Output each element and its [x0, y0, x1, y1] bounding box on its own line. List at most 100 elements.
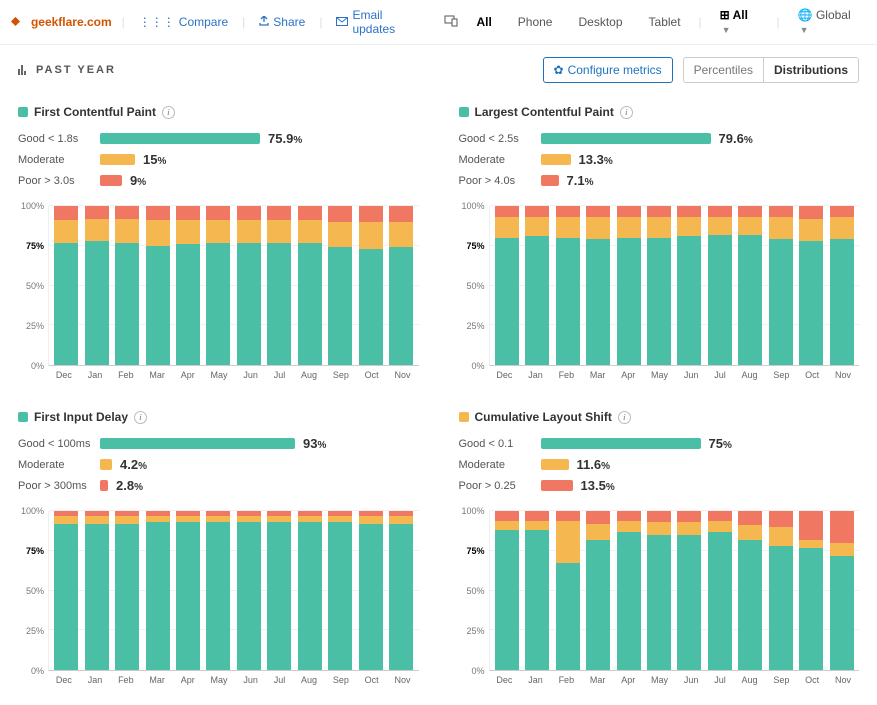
bar[interactable]	[556, 511, 580, 670]
bar[interactable]	[708, 206, 732, 365]
bar[interactable]	[525, 511, 549, 670]
bar[interactable]	[176, 206, 200, 365]
bar[interactable]	[146, 206, 170, 365]
bar[interactable]	[799, 206, 823, 365]
bar[interactable]	[298, 206, 322, 365]
bar[interactable]	[237, 206, 261, 365]
bar-segment-poor	[54, 206, 78, 220]
x-tick: Apr	[181, 370, 195, 380]
bar[interactable]	[298, 511, 322, 670]
email-link[interactable]: Email updates	[332, 6, 424, 38]
metrics-grid: First Contentful PaintiGood < 1.8s75.9%M…	[0, 95, 877, 705]
summary-row: Moderate15%	[18, 152, 419, 167]
bar[interactable]	[237, 511, 261, 670]
bar-segment-poor	[830, 206, 854, 217]
bar[interactable]	[495, 206, 519, 365]
device-phone[interactable]: Phone	[510, 11, 561, 33]
device-all[interactable]: All	[468, 11, 499, 33]
bar-segment-poor	[556, 206, 580, 217]
summary-bar	[100, 154, 135, 165]
percentiles-tab[interactable]: Percentiles	[684, 58, 764, 82]
bar-segment-good	[617, 238, 641, 365]
bar[interactable]	[738, 206, 762, 365]
bar[interactable]	[389, 206, 413, 365]
bar[interactable]	[328, 511, 352, 670]
x-tick: Apr	[621, 675, 635, 685]
bar[interactable]	[525, 206, 549, 365]
x-tick: Nov	[395, 675, 411, 685]
bar[interactable]	[586, 206, 610, 365]
bar[interactable]	[586, 511, 610, 670]
distributions-tab[interactable]: Distributions	[764, 58, 858, 82]
y-tick: 100%	[21, 506, 44, 516]
bar[interactable]	[677, 511, 701, 670]
bar[interactable]	[54, 206, 78, 365]
bar[interactable]	[85, 206, 109, 365]
bar[interactable]	[830, 511, 854, 670]
bar[interactable]	[495, 511, 519, 670]
bar-segment-moderate	[738, 217, 762, 234]
bar[interactable]	[85, 511, 109, 670]
x-tick: Oct	[365, 675, 379, 685]
bar[interactable]	[708, 511, 732, 670]
device-tablet[interactable]: Tablet	[641, 11, 689, 33]
summary-value: 93%	[303, 436, 326, 451]
info-icon[interactable]: i	[618, 411, 631, 424]
bar-segment-poor	[389, 206, 413, 222]
y-tick: 100%	[461, 201, 484, 211]
globe-icon: 🌐	[798, 8, 813, 22]
scope-icon: ⊞	[720, 8, 730, 22]
bar[interactable]	[146, 511, 170, 670]
scope-dropdown[interactable]: ⊞ All ▼	[712, 4, 767, 40]
y-tick: 0%	[471, 361, 484, 371]
bar[interactable]	[647, 206, 671, 365]
summary-bar	[541, 480, 573, 491]
x-tick: Nov	[835, 675, 851, 685]
bar-segment-good	[206, 522, 230, 670]
compare-link[interactable]: ⋮⋮⋮ Compare	[135, 13, 232, 31]
bar[interactable]	[617, 511, 641, 670]
bar-segment-moderate	[617, 217, 641, 238]
bar[interactable]	[647, 511, 671, 670]
info-icon[interactable]: i	[134, 411, 147, 424]
bar[interactable]	[54, 511, 78, 670]
bar[interactable]	[769, 511, 793, 670]
panel-title: First Contentful Painti	[18, 105, 419, 119]
bar-segment-moderate	[495, 521, 519, 531]
bar-segment-good	[677, 236, 701, 365]
x-tick: Sep	[773, 370, 789, 380]
bar-segment-good	[830, 239, 854, 365]
bar-segment-moderate	[677, 217, 701, 236]
bar[interactable]	[206, 206, 230, 365]
bar[interactable]	[206, 511, 230, 670]
bar[interactable]	[176, 511, 200, 670]
bar[interactable]	[556, 206, 580, 365]
bar[interactable]	[769, 206, 793, 365]
bar[interactable]	[267, 511, 291, 670]
bar[interactable]	[115, 511, 139, 670]
bar[interactable]	[830, 206, 854, 365]
compare-icon: ⋮⋮⋮	[139, 15, 175, 29]
bar-segment-good	[115, 243, 139, 365]
summary-value: 11.6%	[577, 457, 611, 472]
y-tick: 25%	[26, 626, 44, 636]
device-desktop[interactable]: Desktop	[570, 11, 630, 33]
info-icon[interactable]: i	[162, 106, 175, 119]
bar[interactable]	[359, 206, 383, 365]
bar[interactable]	[738, 511, 762, 670]
bar-segment-good	[146, 246, 170, 365]
bar[interactable]	[115, 206, 139, 365]
bar[interactable]	[677, 206, 701, 365]
configure-metrics-button[interactable]: ✿ Configure metrics	[543, 57, 673, 83]
share-link[interactable]: Share	[255, 13, 309, 31]
bar-segment-moderate	[115, 219, 139, 243]
bar[interactable]	[617, 206, 641, 365]
bar-segment-poor	[328, 206, 352, 222]
bar[interactable]	[267, 206, 291, 365]
bar[interactable]	[359, 511, 383, 670]
info-icon[interactable]: i	[620, 106, 633, 119]
bar[interactable]	[799, 511, 823, 670]
bar[interactable]	[389, 511, 413, 670]
region-dropdown[interactable]: 🌐 Global ▼	[790, 4, 867, 40]
bar[interactable]	[328, 206, 352, 365]
